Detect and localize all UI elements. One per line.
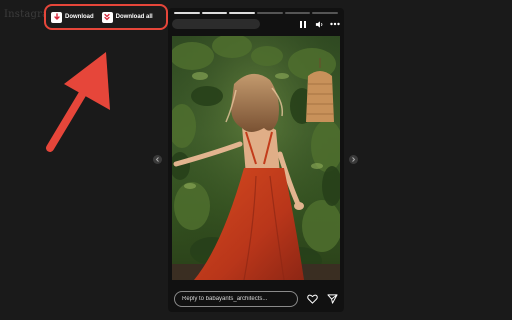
story-image — [172, 36, 340, 280]
story-viewer — [168, 8, 344, 312]
story-header — [172, 16, 340, 32]
download-extension-toolbar: Download Download all — [44, 4, 168, 30]
reply-input[interactable] — [174, 291, 299, 307]
download-label: Download — [65, 14, 94, 20]
pause-icon — [300, 20, 302, 28]
more-icon — [330, 22, 340, 26]
chevron-right-icon — [352, 157, 356, 162]
progress-segment — [229, 12, 256, 14]
pause-button[interactable] — [298, 19, 308, 29]
progress-segment — [312, 12, 339, 14]
progress-segment — [284, 12, 311, 14]
reply-bar — [174, 290, 338, 308]
download-icon — [51, 11, 62, 23]
more-options-button[interactable] — [330, 19, 340, 29]
share-button[interactable] — [326, 293, 338, 305]
annotation-arrow-icon — [46, 52, 110, 152]
like-button[interactable] — [306, 293, 318, 305]
send-icon — [327, 294, 338, 304]
download-all-label: Download all — [115, 14, 153, 20]
chevron-left-icon — [155, 157, 159, 162]
progress-segment — [201, 12, 228, 14]
download-all-button[interactable]: Download all — [101, 11, 153, 23]
pause-icon-bar — [304, 20, 306, 28]
next-story-button[interactable] — [349, 155, 358, 164]
story-progress-bar — [174, 12, 339, 14]
download-button[interactable]: Download — [51, 11, 94, 23]
progress-segment — [257, 12, 283, 14]
mute-button[interactable] — [314, 19, 324, 29]
progress-segment — [174, 12, 200, 14]
story-author-pill[interactable] — [172, 19, 260, 29]
speaker-icon — [315, 20, 322, 28]
heart-icon — [306, 294, 318, 304]
previous-story-button[interactable] — [153, 155, 162, 164]
download-all-icon — [101, 11, 113, 23]
